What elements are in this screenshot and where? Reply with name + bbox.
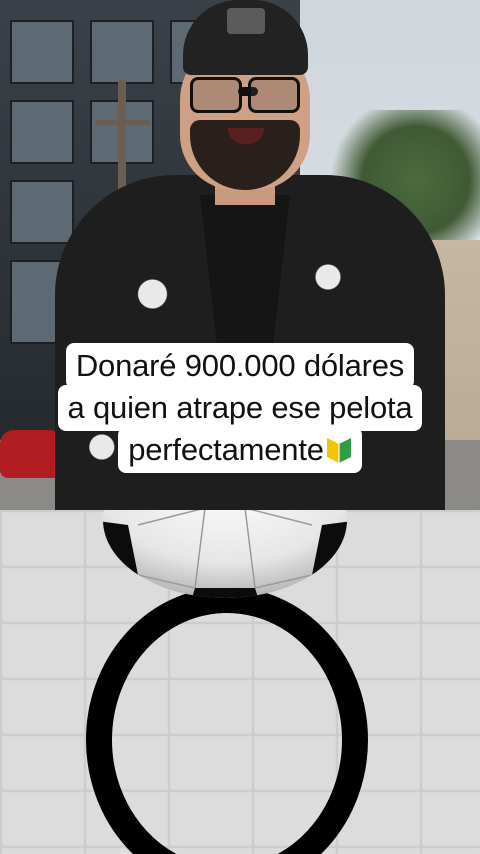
game-area[interactable] [0, 510, 480, 854]
soccer-ball-icon[interactable] [100, 510, 350, 620]
caption-line-3: perfectamente [118, 427, 362, 473]
caption-line-1: Donaré 900.000 dólares [65, 343, 415, 389]
ring-target-icon[interactable] [75, 588, 375, 854]
caption-overlay: Donaré 900.000 dólares a quien atrape es… [0, 343, 480, 473]
caption-line-3-text: perfectamente [128, 432, 324, 467]
glasses [190, 77, 300, 113]
caption-line-2: a quien atrape ese pelota [57, 385, 423, 431]
beginner-symbol-icon [326, 438, 351, 463]
